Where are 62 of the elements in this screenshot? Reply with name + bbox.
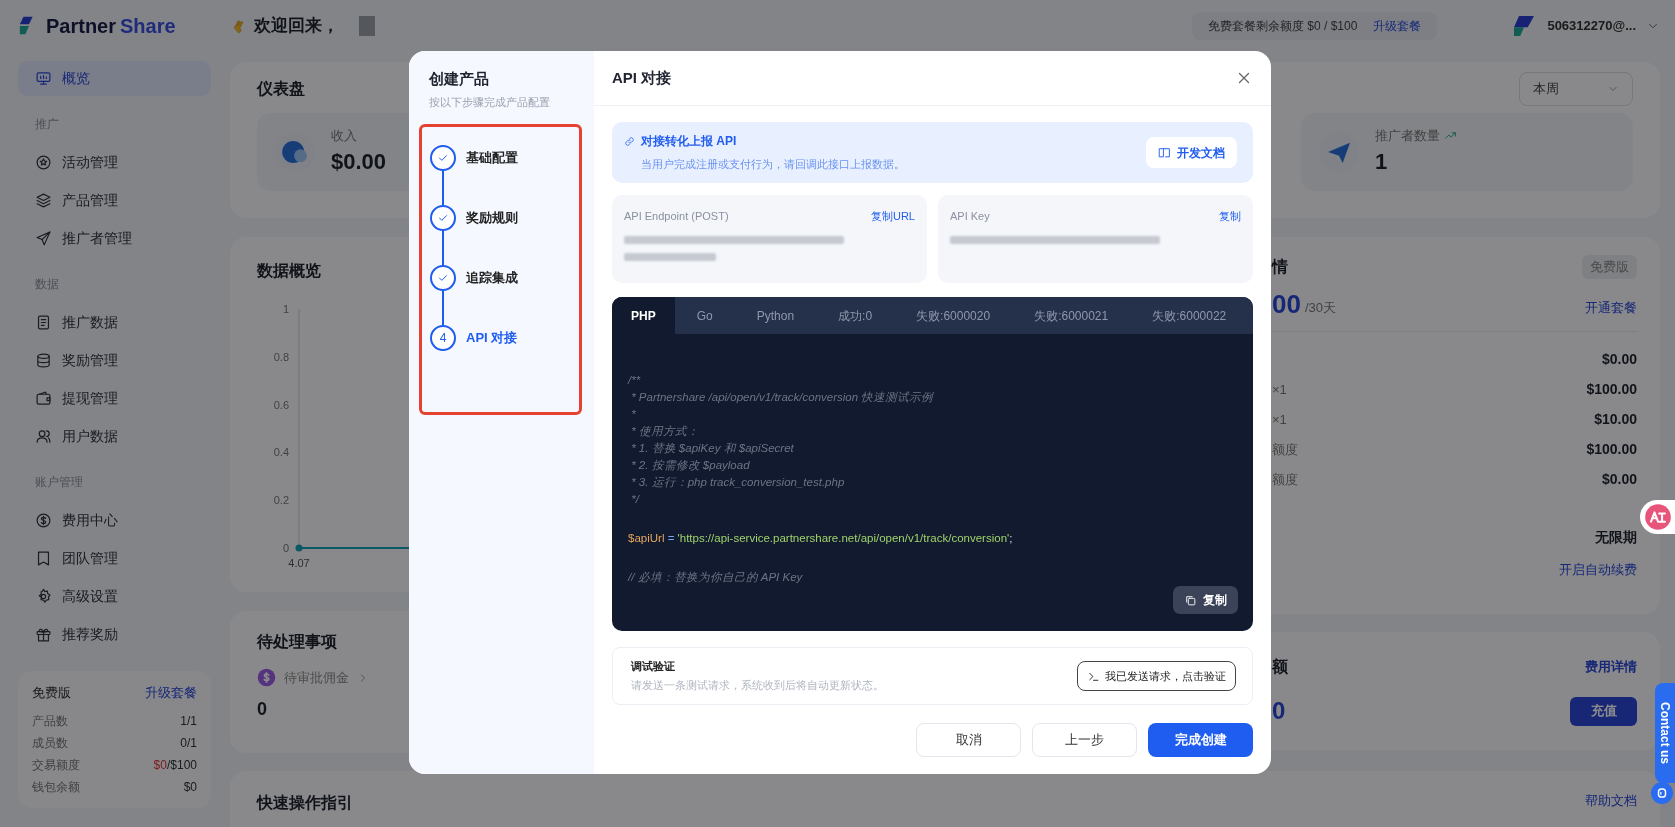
plan-row-label: 成员数	[32, 735, 68, 752]
code-line: $apiUrl = 'https://api-service.partnershare.net/api/open/v1/track/conversion';	[628, 531, 1014, 546]
plan-row-label: 额度	[1272, 440, 1298, 459]
plan-row-value: 1/1	[180, 713, 197, 730]
tick-label: 1	[282, 303, 289, 315]
plan-row-value: $10.00	[1594, 410, 1637, 429]
expiry-value: 无限期	[1595, 528, 1637, 547]
plan-row-label: 产品数	[32, 713, 68, 730]
credential-label: API Endpoint (POST)	[624, 209, 729, 224]
plan-row-label: 交易额度	[32, 757, 80, 774]
card-title: 情	[1272, 257, 1288, 277]
code-comment: * 1. 替换 $apiKey 和 $apiSecret	[630, 441, 795, 456]
dialog-heading: API 对接	[612, 67, 672, 88]
plan-row-value: $0	[183, 779, 197, 796]
plan-row-value: $0/$100	[153, 757, 197, 774]
stat-value: $0.00	[331, 148, 387, 177]
card-title: 数据概览	[257, 261, 321, 281]
card-title: 快速操作指引	[257, 793, 353, 813]
code-comment: * 使用方式：	[630, 424, 700, 439]
logo-text: Partner	[46, 14, 117, 39]
quota-text: 免费套餐剩余额度 $0 / $100	[1208, 18, 1358, 35]
plan-name: 免费版	[32, 683, 71, 702]
banner-text: 当用户完成注册或支付行为，请回调此接口上报数据。	[641, 157, 905, 173]
code-comment: * 3. 运行：php track_conversion_test.php	[630, 475, 846, 490]
stat-value: 1	[1375, 148, 1389, 177]
credential-label: API Key	[950, 209, 990, 224]
card-title: 额	[1272, 657, 1288, 677]
welcome-text: 欢迎回来，	[254, 15, 339, 38]
card-title: 仪表盘	[257, 79, 305, 99]
tick-label: 0.2	[273, 494, 289, 507]
price-period: /30天	[1304, 298, 1336, 317]
stat-label: 推广者数量	[1375, 126, 1440, 145]
tick-label: 4.07	[288, 557, 310, 569]
verify-title: 调试验证	[631, 658, 676, 674]
balance-value: 0	[1272, 696, 1286, 726]
plan-row-value: $100.00	[1586, 440, 1637, 459]
code-comment: * 2. 按需修改 $payload	[630, 458, 751, 473]
plan-row-label: 钱包余额	[32, 779, 80, 796]
code-comment: * Partnershare /api/open/v1/track/conversion 快速测试示例	[630, 390, 935, 405]
banner-title: 对接转化上报 API	[641, 133, 737, 151]
code-comment: /**	[628, 373, 642, 388]
tick-label: 0	[282, 542, 289, 554]
modal-subtitle: 按以下步骤完成产品配置	[429, 94, 551, 110]
logo-text: Share	[120, 14, 176, 39]
pending-count: 0	[257, 697, 268, 721]
tick-label: 0.4	[273, 446, 289, 459]
tick-label: 0.8	[273, 350, 289, 363]
card-title: 待处理事项	[257, 632, 337, 652]
plan-row-value: 0/1	[180, 735, 197, 752]
code-comment: */	[630, 492, 641, 507]
code-comment: *	[630, 407, 637, 422]
plan-row-label: 额度	[1272, 470, 1298, 489]
tick-label: 0.6	[273, 398, 289, 411]
plan-row-value: $100.00	[1586, 380, 1637, 399]
price-value: 00	[1272, 291, 1301, 317]
plan-row-value: $0.00	[1601, 350, 1637, 369]
modal-title: 创建产品	[429, 69, 490, 89]
plan-row-label: ×1	[1272, 410, 1287, 429]
plan-row-value: $0.00	[1601, 470, 1637, 489]
stat-label: 收入	[331, 126, 357, 145]
code-comment: // 必填：替换为你自己的 API Key	[628, 570, 804, 585]
plan-row-label: ×1	[1272, 380, 1287, 399]
